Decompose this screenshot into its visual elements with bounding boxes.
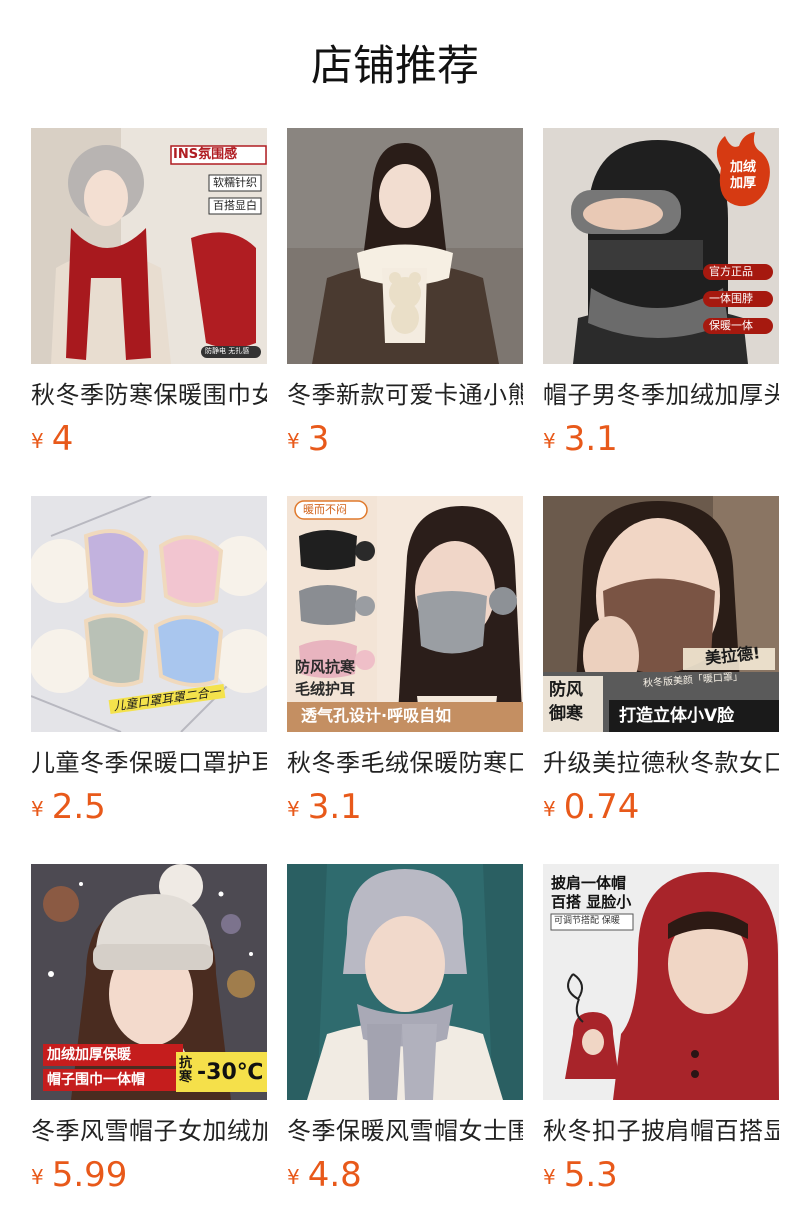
product-image[interactable]: 儿童口罩耳罩二合一	[31, 496, 267, 732]
product-card[interactable]: 加绒加厚 官方正品 一体围脖 保暖一体 帽子男冬季加绒加厚头套 ¥3.1	[543, 128, 779, 496]
product-name[interactable]: 秋冬季防寒保暖围巾女	[31, 378, 267, 412]
price-value: 4.8	[307, 1155, 362, 1195]
product-name[interactable]: 冬季新款可爱卡通小熊围巾	[287, 378, 523, 412]
image-text: INS氛围感	[173, 147, 238, 162]
price-value: 0.74	[563, 787, 640, 827]
page-title: 店铺推荐	[310, 41, 479, 90]
product-image[interactable]: INS氛围感 软糯针织 百搭显白 防静电 无扎感	[31, 128, 267, 364]
product-card[interactable]: 儿童口罩耳罩二合一 儿童冬季保暖口罩护耳二合一 ¥2.5	[31, 496, 267, 864]
image-text: 打造立体小V脸	[619, 706, 735, 726]
product-image[interactable]: 美拉德! 秋冬版美颜「暖口罩」 防风 御寒 打造立体小V脸	[543, 496, 779, 732]
product-card[interactable]: INS氛围感 软糯针织 百搭显白 防静电 无扎感 秋冬季防寒保暖围巾女 ¥4	[31, 128, 267, 496]
currency-symbol: ¥	[287, 797, 300, 821]
product-card[interactable]: 冬季保暖风雪帽女士围巾 ¥4.8	[287, 864, 523, 1232]
product-name[interactable]: 冬季风雪帽子女加绒加厚	[31, 1114, 267, 1148]
product-card[interactable]: 加绒加厚保暖 帽子围巾一体帽 抗寒 -30℃ 冬季风雪帽子女加绒加厚 ¥5.99	[31, 864, 267, 1232]
product-price: ¥2.5	[31, 786, 267, 834]
product-price: ¥3	[287, 418, 523, 466]
image-text: 防风	[549, 680, 583, 700]
image-text: 百搭 显脸小	[551, 893, 632, 911]
price-value: 2.5	[51, 787, 106, 827]
product-image[interactable]	[287, 864, 523, 1100]
product-name[interactable]: 秋冬季毛绒保暖防寒口罩	[287, 746, 523, 780]
currency-symbol: ¥	[287, 1165, 300, 1189]
product-image[interactable]: 加绒加厚保暖 帽子围巾一体帽 抗寒 -30℃	[31, 864, 267, 1100]
product-name[interactable]: 冬季保暖风雪帽女士围巾	[287, 1114, 523, 1148]
price-value: 5.3	[563, 1155, 618, 1195]
product-price: ¥5.3	[543, 1154, 779, 1202]
product-price: ¥5.99	[31, 1154, 267, 1202]
image-text: 御寒	[549, 704, 583, 724]
price-value: 3.1	[307, 787, 362, 827]
product-card[interactable]: 冬季新款可爱卡通小熊围巾 ¥3	[287, 128, 523, 496]
currency-symbol: ¥	[543, 429, 556, 453]
image-text: 披肩一体帽	[551, 874, 627, 892]
currency-symbol: ¥	[31, 1165, 44, 1189]
image-text: 官方正品	[709, 265, 753, 278]
product-name[interactable]: 帽子男冬季加绒加厚头套	[543, 378, 779, 412]
image-text: 透气孔设计·呼吸自如	[301, 706, 452, 725]
image-text: 暖而不闷	[303, 503, 347, 516]
product-image[interactable]: 加绒加厚 官方正品 一体围脖 保暖一体	[543, 128, 779, 364]
product-photo	[31, 128, 267, 364]
price-value: 4	[51, 419, 74, 459]
product-grid: INS氛围感 软糯针织 百搭显白 防静电 无扎感 秋冬季防寒保暖围巾女 ¥4 冬…	[31, 128, 781, 1232]
currency-symbol: ¥	[31, 797, 44, 821]
image-text: 防风抗寒	[295, 658, 356, 676]
product-name[interactable]: 儿童冬季保暖口罩护耳二合一	[31, 746, 267, 780]
currency-symbol: ¥	[287, 429, 300, 453]
product-price: ¥4	[31, 418, 267, 466]
image-text: 帽子围巾一体帽	[47, 1072, 145, 1088]
image-text: 加绒加厚	[729, 160, 756, 191]
product-photo	[287, 864, 523, 1100]
product-price: ¥3.1	[543, 418, 779, 466]
product-image[interactable]: 暖而不闷 防风抗寒 毛绒护耳 透气孔设计·呼吸自如	[287, 496, 523, 732]
image-text: 抗寒	[179, 1056, 193, 1085]
image-text: 百搭显白	[213, 199, 257, 212]
product-image[interactable]: 披肩一体帽 百搭 显脸小 可调节搭配 保暖	[543, 864, 779, 1100]
image-text: 保暖一体	[709, 319, 753, 332]
image-text: 可调节搭配 保暖	[554, 916, 620, 926]
product-name[interactable]: 秋冬扣子披肩帽百搭显脸小	[543, 1114, 779, 1148]
currency-symbol: ¥	[543, 797, 556, 821]
image-text: 一体围脖	[709, 292, 753, 305]
currency-symbol: ¥	[543, 1165, 556, 1189]
product-price: ¥4.8	[287, 1154, 523, 1202]
product-photo	[287, 128, 523, 364]
price-value: 5.99	[51, 1155, 128, 1195]
product-card[interactable]: 暖而不闷 防风抗寒 毛绒护耳 透气孔设计·呼吸自如 秋冬季毛绒保暖防寒口罩 ¥3…	[287, 496, 523, 864]
product-price: ¥3.1	[287, 786, 523, 834]
image-text: 毛绒护耳	[295, 680, 356, 698]
product-price: ¥0.74	[543, 786, 779, 834]
image-text: 软糯针织	[213, 176, 257, 189]
image-text: 加绒加厚保暖	[47, 1047, 131, 1063]
product-card[interactable]: 披肩一体帽 百搭 显脸小 可调节搭配 保暖 秋冬扣子披肩帽百搭显脸小 ¥5.3	[543, 864, 779, 1232]
image-text: 防静电 无扎感	[205, 347, 250, 355]
product-card[interactable]: 美拉德! 秋冬版美颜「暖口罩」 防风 御寒 打造立体小V脸 升级美拉德秋冬款女口…	[543, 496, 779, 864]
currency-symbol: ¥	[31, 429, 44, 453]
product-image[interactable]	[287, 128, 523, 364]
product-name[interactable]: 升级美拉德秋冬款女口罩	[543, 746, 779, 780]
image-text: -30℃	[197, 1060, 264, 1085]
price-value: 3	[307, 419, 330, 459]
price-value: 3.1	[563, 419, 618, 459]
